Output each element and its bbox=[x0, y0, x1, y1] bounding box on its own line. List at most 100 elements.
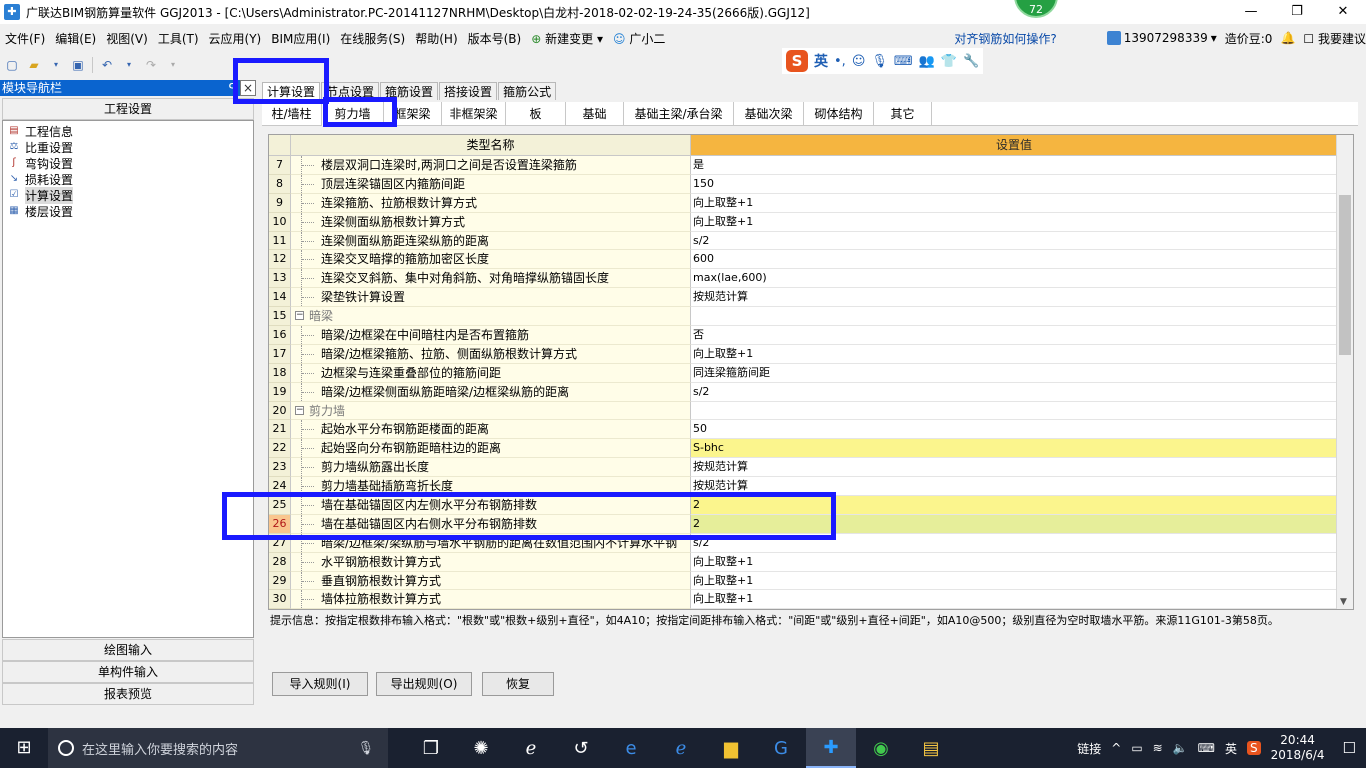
table-row[interactable]: 10 连梁侧面纵筋根数计算方式 向上取整+1 bbox=[269, 212, 1353, 232]
edge-browser-icon[interactable]: e bbox=[606, 728, 656, 768]
tray-lang[interactable]: 英 bbox=[1225, 740, 1237, 757]
tree-item-calc[interactable]: ☑ 计算设置 bbox=[7, 186, 249, 204]
subtab-column[interactable]: 柱/墙柱 bbox=[262, 102, 322, 126]
setting-value[interactable]: 按规范计算 bbox=[691, 458, 1337, 478]
setting-value[interactable]: 是 bbox=[691, 156, 1337, 175]
menu-cloud[interactable]: 云应用(Y) bbox=[204, 30, 267, 47]
export-rules-button[interactable]: 导出规则(O) bbox=[376, 672, 472, 696]
user-account[interactable]: 13907298339 ▾ bbox=[1106, 31, 1217, 45]
nav-section-drawing-input[interactable]: 绘图输入 bbox=[2, 639, 254, 661]
table-row[interactable]: 25 墙在基础锚固区内左侧水平分布钢筋排数 2 bbox=[269, 496, 1353, 515]
table-row[interactable]: 27 暗梁/边框梁/梁纵筋与墙水平钢筋的距离在数值范围内不计算水平钢 s/2 bbox=[269, 533, 1353, 553]
suggest-link[interactable]: ☐ 我要建议 bbox=[1303, 30, 1366, 47]
table-row[interactable]: 16 暗梁/边框梁在中间暗柱内是否布置箍筋 否 bbox=[269, 326, 1353, 345]
scroll-down-arrow[interactable]: ▼ bbox=[1340, 597, 1347, 607]
tree-item-floor[interactable]: ▦ 楼层设置 bbox=[7, 203, 249, 219]
table-row[interactable]: 30 墙体拉筋根数计算方式 向上取整+1 bbox=[269, 590, 1353, 609]
menu-online[interactable]: 在线服务(S) bbox=[335, 30, 410, 47]
pin-icon[interactable]: ꟼ bbox=[229, 80, 236, 96]
menu-view[interactable]: 视图(V) bbox=[101, 30, 153, 47]
tree-item-project-info[interactable]: ▤ 工程信息 bbox=[7, 123, 249, 139]
menu-version[interactable]: 版本号(B) bbox=[463, 30, 527, 47]
subtab-foundation-secondary-beam[interactable]: 基础次梁 bbox=[734, 102, 804, 126]
setting-value[interactable]: S-bhc bbox=[691, 439, 1337, 459]
setting-value[interactable]: 向上取整+1 bbox=[691, 194, 1337, 213]
setting-value[interactable]: 向上取整+1 bbox=[691, 572, 1337, 591]
setting-value[interactable]: 按规范计算 bbox=[691, 477, 1337, 497]
tree-item-loss[interactable]: ↘ 损耗设置 bbox=[7, 171, 249, 187]
setting-value[interactable]: 否 bbox=[691, 326, 1337, 345]
setting-value[interactable]: s/2 bbox=[691, 383, 1337, 402]
subtab-masonry[interactable]: 砌体结构 bbox=[804, 102, 874, 126]
table-row[interactable]: 15− 暗梁 bbox=[269, 307, 1353, 327]
table-row[interactable]: 29 垂直钢筋根数计算方式 向上取整+1 bbox=[269, 571, 1353, 591]
redo-icon[interactable]: ↷ bbox=[143, 57, 159, 73]
menu-tools[interactable]: 工具(T) bbox=[153, 30, 204, 47]
collapse-icon[interactable]: − bbox=[295, 311, 304, 321]
table-row[interactable]: 22 起始竖向分布钢筋距暗柱边的距离 S-bhc bbox=[269, 439, 1353, 459]
subtab-slab[interactable]: 板 bbox=[506, 102, 566, 126]
volume-icon[interactable]: 🔈 bbox=[1173, 741, 1188, 755]
subtab-frame-beam[interactable]: 框架梁 bbox=[384, 102, 442, 126]
subtab-non-frame-beam[interactable]: 非框架梁 bbox=[442, 102, 506, 126]
skin-icon[interactable]: 👕 bbox=[941, 54, 957, 69]
microphone-icon[interactable]: 🎙 bbox=[357, 741, 374, 756]
ie-icon[interactable]: ℯ bbox=[656, 728, 706, 768]
table-row[interactable]: 13 连梁交叉斜筋、集中对角斜筋、对角暗撑纵筋锚固长度 max(lae,600) bbox=[269, 269, 1353, 289]
battery-icon[interactable]: ▭ bbox=[1131, 741, 1142, 755]
notes-app-icon[interactable]: ▤ bbox=[906, 728, 956, 768]
table-row[interactable]: 28 水平钢筋根数计算方式 向上取整+1 bbox=[269, 552, 1353, 572]
table-row[interactable]: 21 起始水平分布钢筋距楼面的距离 50 bbox=[269, 420, 1353, 440]
table-row[interactable]: 26 墙在基础锚固区内右侧水平分布钢筋排数 2 bbox=[269, 514, 1353, 534]
user-group-icon[interactable]: 👥 bbox=[919, 54, 935, 69]
setting-value[interactable] bbox=[691, 307, 1337, 327]
table-row[interactable]: 14 梁垫铁计算设置 按规范计算 bbox=[269, 288, 1353, 308]
table-row[interactable]: 9 连梁箍筋、拉筋根数计算方式 向上取整+1 bbox=[269, 193, 1353, 213]
dropdown-icon[interactable]: ▾ bbox=[165, 57, 181, 73]
bell-icon[interactable]: 🔔 bbox=[1280, 31, 1295, 45]
table-row[interactable]: 18 边框梁与连梁重叠部位的箍筋间距 同连梁箍筋间距 bbox=[269, 363, 1353, 383]
tree-item-weight[interactable]: ⚖ 比重设置 bbox=[7, 139, 249, 155]
new-file-icon[interactable]: ▢ bbox=[4, 57, 20, 73]
pinwheel-app-icon[interactable]: ✺ bbox=[456, 728, 506, 768]
coins-label[interactable]: 造价豆:0 bbox=[1225, 30, 1273, 47]
table-row[interactable]: 17 暗梁/边框梁箍筋、拉筋、侧面纵筋根数计算方式 向上取整+1 bbox=[269, 344, 1353, 364]
tray-link-label[interactable]: 链接 bbox=[1077, 740, 1101, 757]
ime-toolbar-top[interactable]: S 英 •, ☺ 🎙 ⌨ 👥 👕 🔧 bbox=[782, 48, 984, 74]
minimize-button[interactable]: — bbox=[1228, 0, 1274, 24]
table-row[interactable]: 19 暗梁/边框梁侧面纵筋距暗梁/边框梁纵筋的距离 s/2 bbox=[269, 382, 1353, 402]
table-row[interactable]: 24 剪力墙基础插筋弯折长度 按规范计算 bbox=[269, 477, 1353, 497]
subtab-other[interactable]: 其它 bbox=[874, 102, 932, 126]
setting-value[interactable]: 同连梁箍筋间距 bbox=[691, 364, 1337, 383]
import-rules-button[interactable]: 导入规则(I) bbox=[272, 672, 368, 696]
sogou-tray-icon[interactable]: S bbox=[1247, 741, 1261, 755]
tab-lap-settings[interactable]: 搭接设置 bbox=[439, 82, 498, 100]
menu-new-change[interactable]: ⊕ 新建变更 ▾ bbox=[526, 30, 608, 47]
keyboard-icon[interactable]: ⌨ bbox=[894, 54, 913, 69]
table-row[interactable]: 20− 剪力墙 bbox=[269, 401, 1353, 421]
notification-icon[interactable]: ☐ bbox=[1343, 739, 1356, 757]
tab-stirrup-formula[interactable]: 箍筋公式 bbox=[498, 82, 557, 100]
menu-bim[interactable]: BIM应用(I) bbox=[266, 30, 335, 47]
wrench-icon[interactable]: 🔧 bbox=[963, 54, 979, 69]
tree-item-hook[interactable]: ʃ 弯钩设置 bbox=[7, 155, 249, 171]
ie-browser-icon[interactable]: ℯ bbox=[506, 728, 556, 768]
windows-start-icon[interactable]: ⊞ bbox=[0, 728, 48, 768]
setting-value[interactable]: max(lae,600) bbox=[691, 269, 1337, 289]
setting-value[interactable]: 向上取整+1 bbox=[691, 553, 1337, 572]
setting-value[interactable]: 2 bbox=[691, 496, 1337, 515]
ime-lang[interactable]: 英 bbox=[814, 51, 828, 71]
subtab-foundation-main-beam[interactable]: 基础主梁/承台梁 bbox=[624, 102, 734, 126]
setting-value[interactable]: 150 bbox=[691, 175, 1337, 194]
save-icon[interactable]: ▣ bbox=[70, 57, 86, 73]
undo-icon[interactable]: ↶ bbox=[99, 57, 115, 73]
help-question-link[interactable]: 对齐钢筋如何操作? bbox=[954, 30, 1056, 47]
taskbar-search[interactable]: 在这里输入你要搜索的内容 🎙 bbox=[48, 728, 388, 768]
setting-value[interactable]: 向上取整+1 bbox=[691, 590, 1337, 609]
scroll-thumb[interactable] bbox=[1339, 195, 1351, 355]
dropdown-icon[interactable]: ▾ bbox=[121, 57, 137, 73]
open-folder-icon[interactable]: ▰ bbox=[26, 57, 42, 73]
glodon-g-icon[interactable]: G bbox=[756, 728, 806, 768]
menu-help[interactable]: 帮助(H) bbox=[410, 30, 462, 47]
setting-value[interactable] bbox=[691, 402, 1337, 421]
